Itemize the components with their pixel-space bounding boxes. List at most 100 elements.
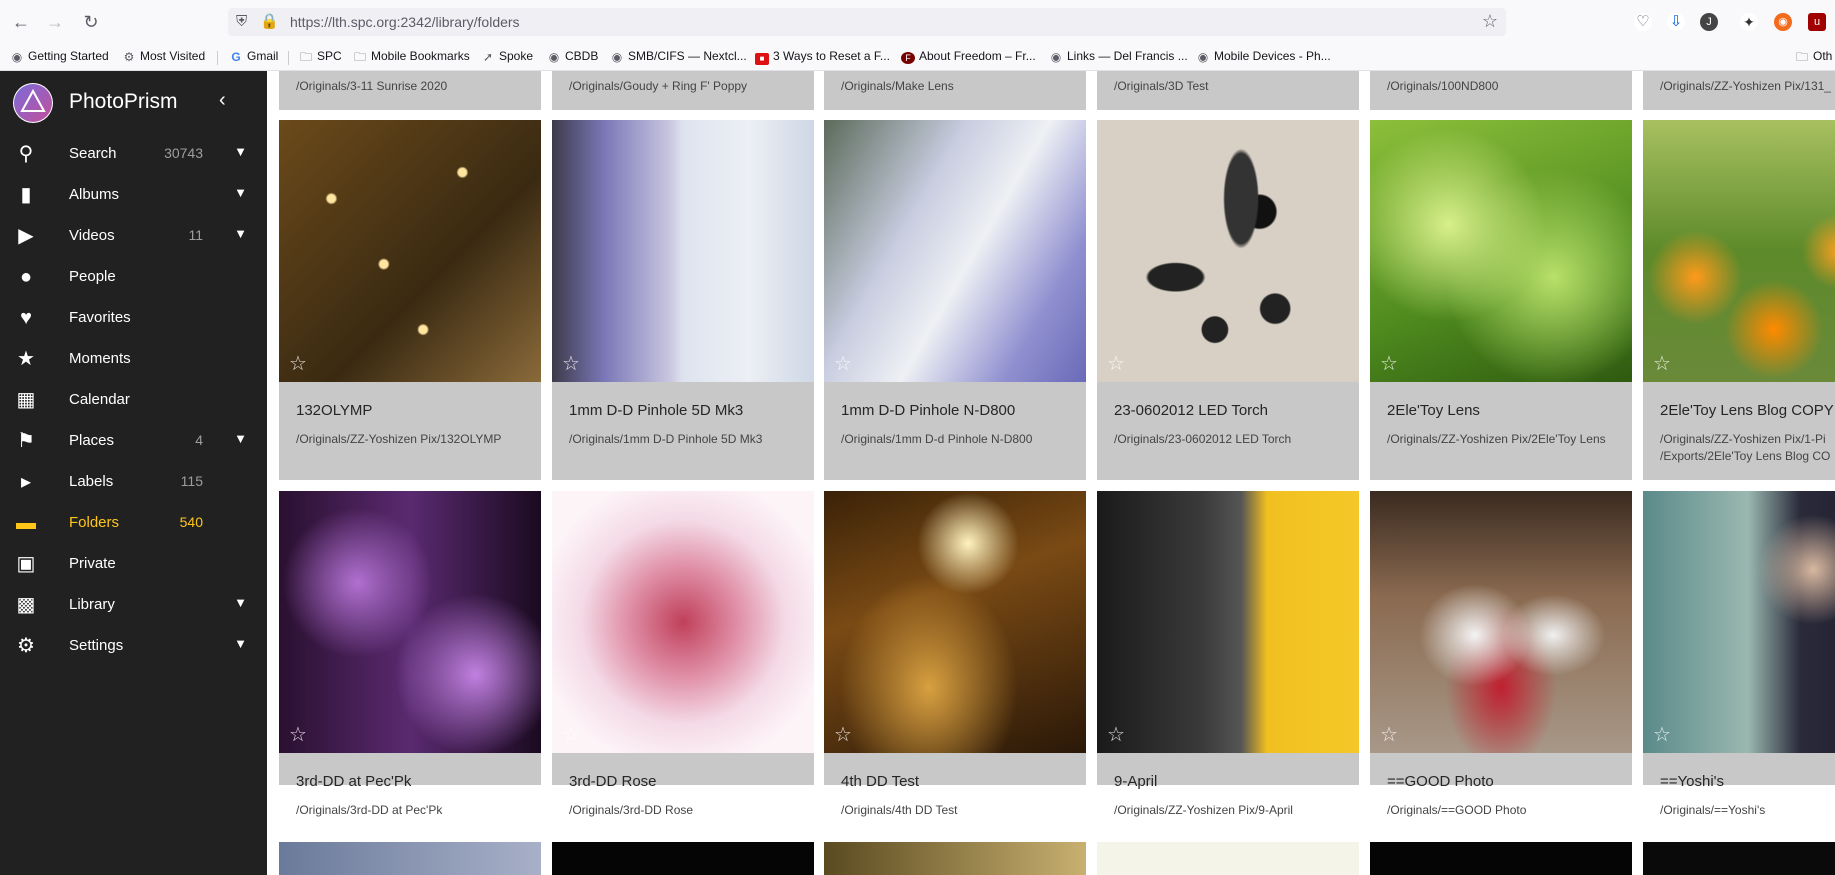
bookmark-gmail[interactable]: G Gmail xyxy=(229,49,278,63)
download-icon[interactable]: ⇩ xyxy=(1667,13,1685,31)
chevron-down-icon[interactable]: ▼ xyxy=(234,144,247,159)
star-outline-icon[interactable]: ☆ xyxy=(1107,722,1125,747)
sidebar-item-moments[interactable]: ★ Moments xyxy=(0,337,267,381)
bookmark-other[interactable]: 🗀 Oth xyxy=(1795,49,1832,63)
star-outline-icon[interactable]: ☆ xyxy=(289,722,307,747)
folder-title: 2Ele'Toy Lens Blog COPY xyxy=(1660,402,1834,419)
folder-path: /Originals/ZZ-Yoshizen Pix/2Ele'Toy Lens xyxy=(1387,432,1606,446)
pocket-icon[interactable]: ♡ xyxy=(1634,13,1652,31)
sidebar-item-label: Places xyxy=(69,432,115,449)
folder-card[interactable]: ☆ 23-0602012 LED Torch /Originals/23-060… xyxy=(1097,120,1359,480)
star-outline-icon[interactable]: ☆ xyxy=(834,351,852,376)
folder-card[interactable]: ☆ 2Ele'Toy Lens Blog COPY /Originals/ZZ-… xyxy=(1643,120,1835,480)
folder-card[interactable]: ☆ 2Ele'Toy Lens /Originals/ZZ-Yoshizen P… xyxy=(1370,120,1632,480)
sidebar-item-library[interactable]: ▩ Library ▼ xyxy=(0,583,267,627)
star-outline-icon[interactable]: ☆ xyxy=(834,722,852,747)
star-outline-icon[interactable]: ☆ xyxy=(1380,351,1398,376)
folder-thumbnail[interactable] xyxy=(824,120,1086,382)
lock-icon[interactable]: 🔒 xyxy=(260,12,279,30)
star-outline-icon[interactable]: ☆ xyxy=(1107,351,1125,376)
sidebar-item-search[interactable]: ⚲ Search 30743 ▼ xyxy=(0,132,267,176)
bookmark-spc[interactable]: 🗀 SPC xyxy=(299,49,342,63)
folder-card[interactable]: ☆ 3rd-DD at Pec'Pk /Originals/3rd-DD at … xyxy=(279,491,541,817)
folder-card[interactable]: /Originals/3-11 Sunrise 2020 xyxy=(279,71,541,110)
extension-icon[interactable]: ✦ xyxy=(1740,13,1758,31)
folder-thumbnail[interactable] xyxy=(1370,491,1632,753)
bookmark-getting-started[interactable]: ◉ Getting Started xyxy=(10,49,109,63)
folder-card[interactable] xyxy=(1643,842,1835,875)
chevron-down-icon[interactable]: ▼ xyxy=(234,185,247,200)
bookmark-links[interactable]: ◉ Links — Del Francis ... xyxy=(1049,49,1188,63)
sidebar-item-albums[interactable]: ▮ Albums ▼ xyxy=(0,173,267,217)
folder-card[interactable] xyxy=(824,842,1086,875)
folder-title: 23-0602012 LED Torch xyxy=(1114,402,1268,419)
bookmark-cbdb[interactable]: ◉ CBDB xyxy=(547,49,599,63)
bookmark-most-visited[interactable]: ⚙ Most Visited xyxy=(122,49,206,63)
folder-thumbnail[interactable] xyxy=(279,491,541,753)
folder-thumbnail[interactable] xyxy=(1643,491,1835,753)
folder-card[interactable]: ☆ 132OLYMP /Originals/ZZ-Yoshizen Pix/13… xyxy=(279,120,541,480)
folder-card[interactable] xyxy=(1370,842,1632,875)
folder-card[interactable]: /Originals/ZZ-Yoshizen Pix/131_ xyxy=(1643,71,1835,110)
chevron-down-icon[interactable]: ▼ xyxy=(234,636,247,651)
folder-card[interactable]: ☆ 9-April /Originals/ZZ-Yoshizen Pix/9-A… xyxy=(1097,491,1359,817)
chevron-down-icon[interactable]: ▼ xyxy=(234,226,247,241)
star-outline-icon[interactable]: ☆ xyxy=(1380,722,1398,747)
chevron-left-icon[interactable]: ‹ xyxy=(219,89,226,112)
star-outline-icon[interactable]: ☆ xyxy=(562,722,580,747)
bookmark-about-freedom[interactable]: F About Freedom – Fr... xyxy=(901,49,1036,64)
bookmark-spoke[interactable]: ➚ Spoke xyxy=(481,49,533,63)
bookmark-reset[interactable]: ■ 3 Ways to Reset a F... xyxy=(755,49,890,65)
star-outline-icon[interactable]: ☆ xyxy=(1653,351,1671,376)
folder-thumbnail[interactable] xyxy=(279,120,541,382)
sidebar-item-videos[interactable]: ▶ Videos 11 ▼ xyxy=(0,214,267,258)
folder-card[interactable]: /Originals/100ND800 xyxy=(1370,71,1632,110)
folder-thumbnail[interactable] xyxy=(552,120,814,382)
ublock-icon[interactable]: u xyxy=(1808,13,1826,31)
sidebar-item-people[interactable]: ● People xyxy=(0,255,267,299)
folder-thumbnail[interactable] xyxy=(1643,120,1835,382)
folder-card[interactable]: ☆ ==Yoshi's /Originals/==Yoshi's xyxy=(1643,491,1835,817)
url-bar[interactable]: ⛨ 🔒 https://lth.spc.org:2342/library/fol… xyxy=(228,8,1506,36)
folder-card[interactable]: /Originals/Make Lens xyxy=(824,71,1086,110)
folder-thumbnail[interactable] xyxy=(1097,120,1359,382)
folder-card[interactable]: ☆ ==GOOD Photo /Originals/==GOOD Photo xyxy=(1370,491,1632,817)
folder-card[interactable] xyxy=(552,842,814,875)
sidebar-item-settings[interactable]: ⚙ Settings ▼ xyxy=(0,624,267,668)
folder-card[interactable]: /Originals/Goudy + Ring F' Poppy xyxy=(552,71,814,110)
folder-card[interactable]: ☆ 1mm D-D Pinhole 5D Mk3 /Originals/1mm … xyxy=(552,120,814,480)
folder-card[interactable] xyxy=(1097,842,1359,875)
bookmark-mobile-devices[interactable]: ◉ Mobile Devices - Ph... xyxy=(1196,49,1331,63)
sidebar-item-places[interactable]: ⚑ Places 4 ▼ xyxy=(0,419,267,463)
folder-card[interactable]: ☆ 1mm D-D Pinhole N-D800 /Originals/1mm … xyxy=(824,120,1086,480)
bookmark-mobile-bookmarks[interactable]: 🗀 Mobile Bookmarks xyxy=(353,49,470,63)
photoprism-logo[interactable] xyxy=(13,83,53,123)
forward-icon[interactable]: → xyxy=(44,11,66,33)
folder-card[interactable] xyxy=(279,842,541,875)
sidebar-item-folders[interactable]: ▬ Folders 540 xyxy=(0,501,267,545)
star-outline-icon[interactable]: ☆ xyxy=(562,351,580,376)
folder-card[interactable]: ☆ 4th DD Test /Originals/4th DD Test xyxy=(824,491,1086,817)
back-icon[interactable]: ← xyxy=(10,11,32,33)
folder-path: /Originals/ZZ-Yoshizen Pix/131_ xyxy=(1660,79,1831,93)
folder-thumbnail[interactable] xyxy=(1370,120,1632,382)
shield-icon[interactable]: ⛨ xyxy=(236,13,247,30)
folder-card[interactable]: /Originals/3D Test xyxy=(1097,71,1359,110)
bookmark-star-icon[interactable]: ☆ xyxy=(1482,11,1498,32)
folder-thumbnail[interactable] xyxy=(824,491,1086,753)
star-outline-icon[interactable]: ☆ xyxy=(1653,722,1671,747)
sidebar-item-labels[interactable]: ▸ Labels 115 xyxy=(0,460,267,504)
folder-card[interactable]: ☆ 3rd-DD Rose /Originals/3rd-DD Rose xyxy=(552,491,814,817)
star-outline-icon[interactable]: ☆ xyxy=(289,351,307,376)
folder-thumbnail[interactable] xyxy=(1097,491,1359,753)
brave-icon[interactable]: ◉ xyxy=(1774,13,1792,31)
sidebar-item-favorites[interactable]: ♥ Favorites xyxy=(0,296,267,340)
bookmark-smb-cifs[interactable]: ◉ SMB/CIFS — Nextcl... xyxy=(610,49,747,63)
chevron-down-icon[interactable]: ▼ xyxy=(234,595,247,610)
sidebar-item-calendar[interactable]: ▦ Calendar xyxy=(0,378,267,422)
profile-icon[interactable]: J xyxy=(1700,13,1718,31)
chevron-down-icon[interactable]: ▼ xyxy=(234,431,247,446)
folder-thumbnail[interactable] xyxy=(552,491,814,753)
sidebar-item-private[interactable]: ▣ Private xyxy=(0,542,267,586)
reload-icon[interactable]: ↻ xyxy=(80,11,102,33)
